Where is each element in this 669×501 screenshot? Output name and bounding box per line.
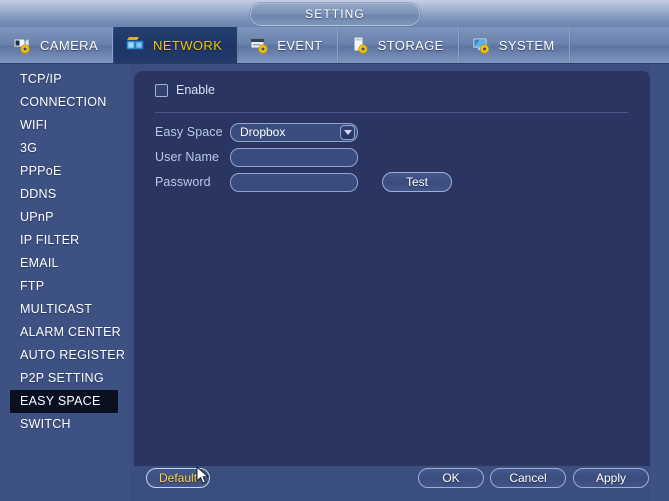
tab-event-label: EVENT bbox=[277, 37, 323, 53]
tab-camera[interactable]: CAMERA bbox=[0, 27, 114, 63]
panel-right-margin bbox=[650, 64, 669, 501]
sidebar-item-alarm-center[interactable]: ALARM CENTER bbox=[12, 321, 121, 344]
easy-space-row: Easy Space Dropbox bbox=[155, 120, 452, 144]
enable-checkbox[interactable] bbox=[155, 83, 168, 97]
tab-network[interactable]: NETWORK bbox=[113, 27, 238, 63]
sidebar-item-upnp[interactable]: UPnP bbox=[12, 206, 118, 229]
tab-system-label: SYSTEM bbox=[498, 37, 555, 53]
sidebar-item-easy-space[interactable]: EASY SPACE bbox=[10, 390, 118, 413]
sidebar-item-multicast[interactable]: MULTICAST bbox=[12, 298, 118, 321]
chevron-down-icon[interactable] bbox=[340, 124, 355, 140]
easy-space-selected-value: Dropbox bbox=[240, 125, 286, 139]
easy-space-select[interactable]: Dropbox bbox=[230, 122, 358, 142]
event-gear-icon bbox=[249, 35, 271, 55]
sidebar-item-3g[interactable]: 3G bbox=[12, 137, 118, 160]
tab-event[interactable]: EVENT bbox=[237, 27, 338, 63]
default-button[interactable]: Default bbox=[146, 468, 211, 488]
footer-button-bar: Default OK Cancel Apply bbox=[133, 466, 669, 501]
password-label: Password bbox=[155, 175, 211, 189]
test-button[interactable]: Test bbox=[382, 172, 452, 192]
password-input[interactable] bbox=[230, 172, 358, 192]
tab-camera-label: CAMERA bbox=[40, 37, 99, 53]
sidebar-item-email[interactable]: EMAIL bbox=[12, 252, 118, 275]
sidebar-item-tcpip[interactable]: TCP/IP bbox=[12, 68, 118, 91]
easy-space-label: Easy Space bbox=[155, 125, 223, 139]
password-row: Password Test bbox=[155, 170, 452, 194]
easy-space-form: Easy Space Dropbox User Name Password Te… bbox=[155, 120, 452, 195]
apply-button[interactable]: Apply bbox=[573, 468, 649, 488]
sidebar-item-ip-filter[interactable]: IP FILTER bbox=[12, 229, 118, 252]
camera-gear-icon bbox=[12, 35, 34, 55]
system-gear-icon bbox=[471, 35, 493, 55]
tab-network-label: NETWORK bbox=[153, 37, 223, 53]
ok-button[interactable]: OK bbox=[418, 468, 484, 488]
sidebar-item-connection[interactable]: CONNECTION bbox=[12, 91, 118, 114]
window-title: SETTING bbox=[250, 3, 420, 26]
sidebar-item-pppoe[interactable]: PPPoE bbox=[12, 160, 118, 183]
sidebar-item-switch[interactable]: SWITCH bbox=[12, 413, 118, 436]
sidebar-item-p2p-setting[interactable]: P2P SETTING bbox=[12, 367, 118, 390]
cancel-button[interactable]: Cancel bbox=[490, 468, 566, 488]
main-tab-bar: CAMERA NETWORK EVENT STORAGE SYSTEM bbox=[0, 27, 669, 64]
network-sidebar: TCP/IP CONNECTION WIFI 3G PPPoE DDNS UPn… bbox=[0, 64, 130, 501]
tab-system[interactable]: SYSTEM bbox=[459, 27, 570, 63]
sidebar-item-ftp[interactable]: FTP bbox=[12, 275, 118, 298]
enable-label: Enable bbox=[176, 83, 215, 97]
section-divider bbox=[155, 112, 628, 113]
tab-bar-filler bbox=[570, 27, 669, 63]
storage-gear-icon bbox=[350, 35, 372, 55]
easy-space-panel: Enable Easy Space Dropbox User Name Pass… bbox=[133, 70, 650, 466]
user-name-input[interactable] bbox=[230, 147, 358, 167]
network-boxes-icon bbox=[125, 35, 147, 55]
enable-row: Enable bbox=[155, 83, 215, 97]
user-name-row: User Name bbox=[155, 145, 452, 169]
sidebar-item-wifi[interactable]: WIFI bbox=[12, 114, 118, 137]
setting-window: SETTING CAMERA NETWORK EVENT STORAGE SYS… bbox=[0, 0, 669, 501]
sidebar-item-ddns[interactable]: DDNS bbox=[12, 183, 118, 206]
tab-storage[interactable]: STORAGE bbox=[338, 27, 459, 63]
user-name-label: User Name bbox=[155, 150, 220, 164]
sidebar-item-auto-register[interactable]: AUTO REGISTER bbox=[12, 344, 125, 367]
window-title-bar: SETTING bbox=[0, 0, 669, 28]
tab-storage-label: STORAGE bbox=[377, 37, 444, 53]
